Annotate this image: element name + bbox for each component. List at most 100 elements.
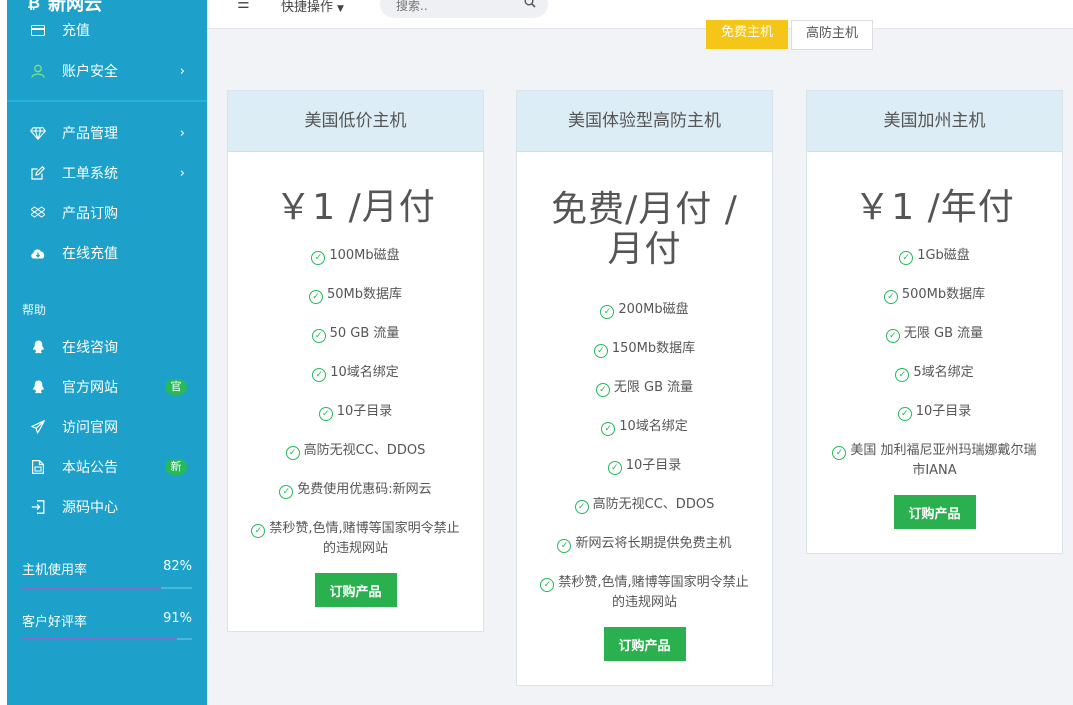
feature-item: ✓ 高防无视CC、DDOS (250, 441, 461, 480)
sidebar-item-label: 官方网站 (62, 380, 118, 396)
stat-percent: 82% (163, 559, 192, 574)
check-circle-icon: ✓ (318, 407, 333, 421)
check-circle-icon: ✓ (883, 290, 898, 304)
feature-item: ✓ 10子目录 (250, 402, 461, 441)
plan-price: ￥1 /月付 (275, 187, 436, 228)
search-icon[interactable] (524, 0, 536, 11)
plan-title: 美国体验型高防主机 (517, 91, 772, 152)
cloud-download-icon (29, 244, 47, 262)
sidebar-item-label: 账户安全 (62, 64, 118, 80)
check-circle-icon: ✓ (251, 524, 266, 538)
check-circle-icon: ✓ (607, 461, 622, 475)
search-input[interactable] (394, 0, 518, 14)
chevron-right-icon: › (179, 165, 185, 181)
order-button[interactable]: 订购产品 (893, 495, 976, 529)
customer-rating-bar-fill (22, 638, 177, 640)
plan-card-us-trial-high-defense: 美国体验型高防主机 免费/月付 /月付 ✓ 200Mb磁盘 ✓ 150Mb数据库 ✓… (516, 90, 773, 686)
plan-title: 美国加州主机 (807, 91, 1062, 152)
check-circle-icon: ✓ (557, 539, 572, 553)
feature-item: ✓ 10域名绑定 (539, 417, 750, 456)
plan-card-us-budget: 美国低价主机 ￥1 /月付 ✓ 100Mb磁盘 ✓ 50Mb数据库 ✓ 50 GB 流… (227, 90, 484, 632)
host-usage-bar-fill (22, 587, 162, 589)
check-circle-icon: ✓ (600, 305, 615, 319)
feature-item: ✓ 高防无视CC、DDOS (539, 495, 750, 534)
check-circle-icon: ✓ (279, 485, 294, 499)
qq-icon (29, 378, 47, 396)
tab-high-defense-host[interactable]: 高防主机 (791, 20, 873, 50)
sidebar-item-visit-site[interactable]: 访问官网 (7, 407, 207, 447)
sidebar-item-online-recharge[interactable]: 在线充值 (7, 233, 207, 273)
new-badge: 新 (165, 459, 187, 475)
order-button[interactable]: 订购产品 (314, 573, 397, 607)
sidebar-item-label: 本站公告 (62, 460, 118, 476)
plan-price: 免费/月付 /月付 (551, 189, 738, 270)
feature-item: ✓ 50 GB 流量 (250, 324, 461, 363)
feature-item: ✓ 500Mb数据库 (829, 285, 1040, 324)
feature-list: ✓ 1Gb磁盘 ✓ 500Mb数据库 ✓ 无限 GB 流量 ✓ 5域名绑定 ✓ 10子目录… (807, 246, 1062, 481)
feature-list: ✓ 100Mb磁盘 ✓ 50Mb数据库 ✓ 50 GB 流量 ✓ 10域名绑定 ✓ 10子… (228, 246, 483, 559)
feature-item: ✓ 1Gb磁盘 (829, 246, 1040, 285)
sidebar-item-source-center[interactable]: 源码中心 (7, 487, 207, 527)
check-circle-icon: ✓ (595, 383, 610, 397)
feature-item: ✓ 50Mb数据库 (250, 285, 461, 324)
sidebar-item-product-management[interactable]: 产品管理 › (7, 113, 207, 153)
check-circle-icon: ✓ (311, 329, 326, 343)
stat-name: 客户好评率 (22, 615, 88, 630)
caret-down-icon: ▼ (337, 4, 344, 14)
host-usage-bar (22, 587, 192, 589)
feature-item: ✓ 美国 加利福尼亚州玛瑞娜戴尔瑞市IANA (829, 441, 1040, 481)
feature-item: ✓ 10子目录 (539, 456, 750, 495)
feature-item: ✓ 免费使用优惠码:新网云 (250, 480, 461, 519)
top-header: ☰ 快捷操作 ▼ (207, 0, 1073, 29)
chevron-right-icon: › (179, 63, 185, 79)
tab-free-host[interactable]: 免费主机 (706, 20, 788, 49)
feature-item: ✓ 禁秒赞,色情,赌博等国家明令禁止的违规网站 (250, 519, 461, 559)
check-circle-icon: ✓ (312, 368, 327, 382)
sidebar-item-product-order[interactable]: 产品订购 (7, 193, 207, 233)
sidebar-item-recharge[interactable]: 充值 (7, 10, 207, 50)
quick-ops-dropdown[interactable]: 快捷操作 ▼ (281, 0, 344, 15)
check-circle-icon: ✓ (285, 446, 300, 460)
sidebar-item-account-security[interactable]: 账户安全 › (7, 51, 207, 91)
check-circle-icon: ✓ (574, 500, 589, 514)
user-icon (29, 62, 47, 80)
check-circle-icon: ✓ (897, 407, 912, 421)
plan-card-us-california: 美国加州主机 ￥1 /年付 ✓ 1Gb磁盘 ✓ 500Mb数据库 ✓ 无限 GB 流量… (806, 90, 1063, 554)
sidebar-item-label: 源码中心 (62, 500, 118, 516)
sidebar-item-announcement[interactable]: 本站公告 新 (7, 447, 207, 487)
sidebar-item-online-consult[interactable]: 在线咨询 (7, 327, 207, 367)
chevron-right-icon: › (179, 125, 185, 141)
official-badge: 官 (165, 379, 187, 395)
paper-plane-icon (29, 418, 47, 436)
sign-in-icon (29, 498, 47, 516)
feature-item: ✓ 100Mb磁盘 (250, 246, 461, 285)
stat-percent: 91% (163, 611, 192, 626)
edit-icon (29, 164, 47, 182)
sidebar-item-official-site[interactable]: 官方网站 官 (7, 367, 207, 407)
sidebar-item-label: 工单系统 (62, 166, 118, 182)
diamond-icon (29, 124, 47, 142)
menu-toggle-icon[interactable]: ☰ (237, 0, 250, 12)
feature-item: ✓ 无限 GB 流量 (539, 378, 750, 417)
sidebar-item-label: 在线咨询 (62, 340, 118, 356)
quick-ops-label: 快捷操作 (281, 0, 334, 15)
sidebar-item-label: 访问官网 (62, 420, 118, 436)
feature-item: ✓ 禁秒赞,色情,赌博等国家明令禁止的违规网站 (539, 573, 750, 613)
card-icon (29, 21, 47, 39)
sidebar-divider (7, 100, 207, 102)
check-circle-icon: ✓ (832, 446, 847, 460)
file-icon (29, 458, 47, 476)
feature-item: ✓ 10子目录 (829, 402, 1040, 441)
sidebar-item-label: 产品订购 (62, 206, 118, 222)
sidebar-item-label: 产品管理 (62, 126, 118, 142)
feature-item: ✓ 200Mb磁盘 (539, 300, 750, 339)
check-circle-icon: ✓ (601, 422, 616, 436)
sidebar-item-label: 在线充值 (62, 246, 118, 262)
sidebar-item-ticket-system[interactable]: 工单系统 › (7, 153, 207, 193)
check-circle-icon: ✓ (308, 290, 323, 304)
check-circle-icon: ✓ (899, 251, 914, 265)
order-button[interactable]: 订购产品 (603, 627, 686, 661)
feature-item: ✓ 10域名绑定 (250, 363, 461, 402)
plan-price: ￥1 /年付 (854, 187, 1015, 228)
feature-item: ✓ 无限 GB 流量 (829, 324, 1040, 363)
